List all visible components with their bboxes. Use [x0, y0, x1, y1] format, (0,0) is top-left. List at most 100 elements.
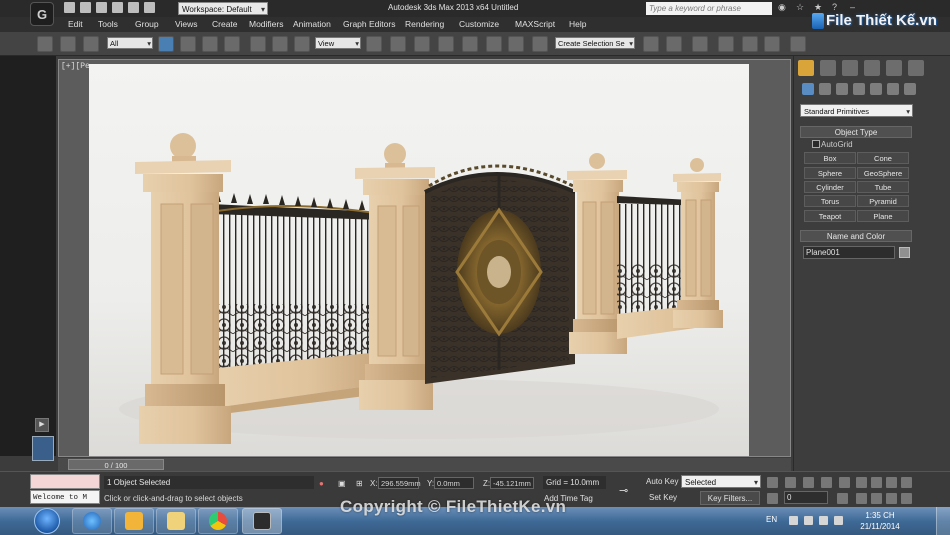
keyboard-shortcut-icon[interactable] — [414, 36, 430, 52]
menu-views[interactable]: Views — [175, 19, 198, 29]
snap-toggle-icon[interactable] — [438, 36, 454, 52]
object-name-field[interactable]: Plane001 — [803, 246, 895, 259]
angle-snap-icon[interactable] — [462, 36, 478, 52]
layer-manager-icon[interactable] — [692, 36, 708, 52]
binoculars-icon[interactable]: ◉ — [778, 2, 788, 13]
show-desktop-button[interactable] — [936, 507, 950, 535]
tube-button[interactable]: Tube — [857, 181, 909, 193]
taskbar-chrome[interactable] — [198, 508, 238, 534]
key-icon[interactable]: ⊸ — [619, 484, 628, 497]
goto-start-icon[interactable] — [767, 477, 778, 488]
ref-coord-dropdown[interactable]: View — [315, 37, 361, 50]
cone-button[interactable]: Cone — [857, 152, 909, 164]
rect-selection-icon[interactable] — [202, 36, 218, 52]
app-menu-icon[interactable]: G — [30, 2, 54, 26]
create-tab-icon[interactable] — [798, 60, 814, 76]
redo-icon[interactable] — [128, 2, 139, 13]
torus-button[interactable]: Torus — [804, 195, 856, 207]
object-type-rollout[interactable]: Object Type — [800, 126, 912, 138]
key-mode-toggle-icon[interactable] — [767, 493, 778, 504]
previous-frame-icon[interactable] — [785, 477, 796, 488]
cameras-icon[interactable] — [853, 83, 865, 95]
scale-icon[interactable] — [294, 36, 310, 52]
object-color-swatch[interactable] — [899, 247, 910, 258]
goto-end-icon[interactable] — [839, 477, 850, 488]
viewport-label[interactable]: [+][Pe — [61, 62, 90, 71]
bind-spacewarp-icon[interactable] — [83, 36, 99, 52]
taskbar-explorer[interactable] — [156, 508, 196, 534]
start-button-icon[interactable] — [34, 508, 60, 534]
workspace-dropdown[interactable]: Workspace: Default — [178, 2, 268, 16]
menu-maxscript[interactable]: MAXScript — [515, 19, 555, 29]
expand-arrow-icon[interactable]: ▶ — [35, 418, 49, 432]
menu-modifiers[interactable]: Modifiers — [249, 19, 283, 29]
menu-help[interactable]: Help — [569, 19, 586, 29]
graphite-ribbon-icon[interactable] — [718, 36, 734, 52]
box-button[interactable]: Box — [804, 152, 856, 164]
x-coordinate-field[interactable]: 296.559mm — [378, 477, 421, 489]
menu-tools[interactable]: Tools — [98, 19, 118, 29]
maxscript-mini-listener[interactable]: Welcome to M — [30, 490, 100, 504]
align-icon[interactable] — [666, 36, 682, 52]
zoom-all-icon[interactable] — [871, 477, 882, 488]
taskbar-ie[interactable] — [72, 508, 112, 534]
window-crossing-icon[interactable] — [224, 36, 240, 52]
curve-editor-icon[interactable] — [742, 36, 758, 52]
isolate-selection-icon[interactable]: ● — [319, 479, 324, 488]
zoom-extents-all-icon[interactable] — [901, 477, 912, 488]
material-editor-icon[interactable] — [790, 36, 806, 52]
menu-graph-editors[interactable]: Graph Editors — [343, 19, 395, 29]
absolute-mode-icon[interactable]: ⊞ — [356, 479, 363, 488]
rotate-icon[interactable] — [272, 36, 288, 52]
selection-filter-dropdown[interactable]: All — [107, 37, 153, 50]
percent-snap-icon[interactable] — [486, 36, 502, 52]
plane-button[interactable]: Plane — [857, 210, 909, 222]
time-config-icon[interactable] — [837, 493, 848, 504]
save-icon[interactable] — [96, 2, 107, 13]
sphere-button[interactable]: Sphere — [804, 167, 856, 179]
systems-icon[interactable] — [904, 83, 916, 95]
selection-lock-icon[interactable]: ▣ — [338, 479, 346, 488]
y-coordinate-field[interactable]: 0.0mm — [434, 477, 474, 489]
named-selection-dropdown[interactable]: Create Selection Se — [555, 37, 635, 50]
time-slider[interactable]: 0 / 100 — [68, 459, 164, 470]
hierarchy-tab-icon[interactable] — [842, 60, 858, 76]
menu-animation[interactable]: Animation — [293, 19, 331, 29]
mirror-icon[interactable] — [643, 36, 659, 52]
key-mode-dropdown[interactable]: Selected — [681, 475, 761, 489]
taskbar-3dsmax[interactable] — [242, 508, 282, 534]
orbit-icon[interactable] — [886, 493, 897, 504]
object-category-dropdown[interactable]: Standard Primitives — [800, 104, 913, 118]
pivot-center-icon[interactable] — [366, 36, 382, 52]
new-file-icon[interactable] — [64, 2, 75, 13]
geosphere-button[interactable]: GeoSphere — [857, 167, 909, 179]
taskbar-media-player[interactable] — [114, 508, 154, 534]
spacewarps-icon[interactable] — [887, 83, 899, 95]
field-of-view-icon[interactable] — [856, 493, 867, 504]
tray-volume-icon[interactable] — [819, 516, 828, 525]
menu-customize[interactable]: Customize — [459, 19, 499, 29]
zoom-icon[interactable] — [856, 477, 867, 488]
menu-create[interactable]: Create — [212, 19, 238, 29]
display-tab-icon[interactable] — [886, 60, 902, 76]
tray-network-icon[interactable] — [804, 516, 813, 525]
select-by-name-icon[interactable] — [180, 36, 196, 52]
zoom-extents-icon[interactable] — [886, 477, 897, 488]
search-input[interactable]: Type a keyword or phrase — [646, 2, 772, 15]
menu-edit[interactable]: Edit — [68, 19, 83, 29]
modify-tab-icon[interactable] — [820, 60, 836, 76]
time-slider-track[interactable]: 0 / 100 — [58, 458, 791, 471]
next-frame-icon[interactable] — [821, 477, 832, 488]
undo-icon[interactable] — [112, 2, 123, 13]
select-object-icon[interactable] — [158, 36, 174, 52]
perspective-viewport[interactable]: [+][Pe — [58, 59, 791, 457]
geometry-icon[interactable] — [802, 83, 814, 95]
unlink-icon[interactable] — [60, 36, 76, 52]
teapot-button[interactable]: Teapot — [804, 210, 856, 222]
auto-key-button[interactable]: Auto Key — [646, 477, 678, 486]
play-icon[interactable] — [803, 477, 814, 488]
key-filters-button[interactable]: Key Filters... — [700, 491, 760, 505]
tray-power-icon[interactable] — [834, 516, 843, 525]
pyramid-button[interactable]: Pyramid — [857, 195, 909, 207]
autogrid-checkbox[interactable] — [812, 140, 820, 148]
